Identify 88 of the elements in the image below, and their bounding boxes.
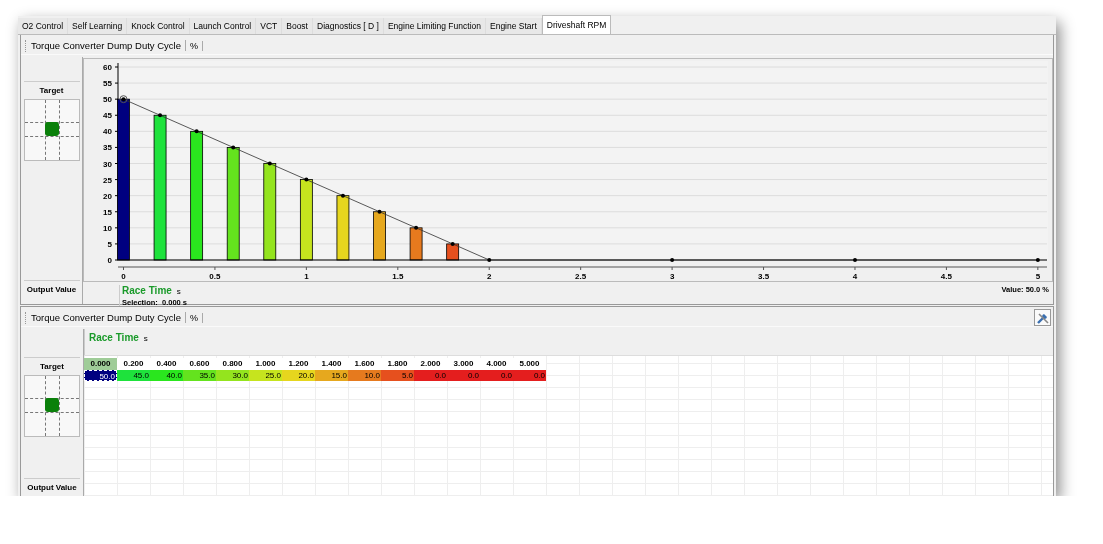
- tick-label: 45: [103, 111, 112, 121]
- data-point: [414, 225, 419, 230]
- tick-label: 0.5: [209, 272, 221, 281]
- tick-label: 1: [304, 272, 309, 281]
- column-header[interactable]: 1.200: [282, 358, 315, 370]
- axis-title: Race Time: [122, 285, 172, 296]
- data-point: [450, 241, 455, 246]
- column-header[interactable]: 5.000: [513, 358, 546, 370]
- table-cell[interactable]: 15.0: [315, 370, 348, 381]
- output-value-label: Output Value: [26, 285, 77, 294]
- axis-title: Race Time: [89, 332, 139, 343]
- data-point: [194, 129, 199, 134]
- column-header[interactable]: 0.000: [84, 358, 117, 370]
- tick-label: 40: [103, 127, 112, 137]
- tick-label: 55: [103, 79, 112, 89]
- tick-label: 0: [121, 272, 126, 281]
- tick-label: 1.5: [392, 272, 404, 281]
- output-value-label: Output Value: [27, 483, 77, 492]
- tick-label: 10: [103, 223, 112, 233]
- data-point: [231, 145, 236, 150]
- column-header[interactable]: 1.400: [315, 358, 348, 370]
- table-cell[interactable]: 0.0: [447, 370, 480, 381]
- table-cell[interactable]: 45.0: [117, 370, 150, 381]
- target-pad[interactable]: [24, 375, 80, 437]
- column-header[interactable]: 1.600: [348, 358, 381, 370]
- table-cell[interactable]: 30.0: [216, 370, 249, 381]
- tick-label: 5: [107, 239, 112, 249]
- tab[interactable]: Diagnostics [ D ]: [313, 18, 384, 34]
- column-header[interactable]: 0.200: [117, 358, 150, 370]
- table-cell[interactable]: 5.0: [381, 370, 414, 381]
- table-cell[interactable]: 20.0: [282, 370, 315, 381]
- tab[interactable]: Driveshaft RPM: [541, 15, 612, 34]
- tick-label: 15: [103, 207, 112, 217]
- axis-unit: s: [143, 334, 148, 343]
- tick-label: 4.5: [940, 272, 952, 281]
- tick-label: 4: [852, 272, 858, 281]
- tick-label: 3.5: [758, 272, 770, 281]
- data-point: [670, 258, 675, 262]
- tick-label: 35: [103, 143, 112, 153]
- tick-label: 20: [103, 191, 112, 201]
- table-cell[interactable]: 0.0: [414, 370, 447, 381]
- tab[interactable]: Knock Control: [127, 18, 190, 34]
- column-header[interactable]: 0.400: [150, 358, 183, 370]
- table-cell[interactable]: 25.0: [249, 370, 282, 381]
- tick-label: 5: [1035, 272, 1041, 281]
- data-point: [340, 193, 345, 198]
- data-point: [377, 209, 382, 214]
- tick-label: 60: [103, 63, 112, 72]
- tools-button[interactable]: [1034, 309, 1051, 326]
- data-point: [267, 161, 272, 166]
- tab[interactable]: Engine Limiting Function: [383, 18, 486, 34]
- tick-label: 2: [487, 272, 492, 281]
- panel-title: Torque Converter Dump Duty Cycle: [31, 312, 186, 323]
- column-header[interactable]: 3.000: [447, 358, 480, 370]
- panel-title: Torque Converter Dump Duty Cycle: [31, 40, 186, 51]
- tick-label: 50: [103, 95, 112, 105]
- unit-label: %: [185, 40, 203, 51]
- tick-label: 3: [669, 272, 675, 281]
- column-header[interactable]: 1.800: [381, 358, 414, 370]
- tab[interactable]: Self Learning: [68, 18, 128, 34]
- column-header[interactable]: 0.800: [216, 358, 249, 370]
- target-label: Target: [40, 362, 64, 371]
- data-point: [158, 113, 163, 118]
- data-point: [853, 258, 857, 262]
- table-cell[interactable]: 0.0: [480, 370, 513, 381]
- tab[interactable]: Engine Start: [486, 18, 542, 34]
- axis-unit: s: [176, 287, 181, 296]
- target-pad[interactable]: [23, 99, 80, 161]
- tick-label: 25: [103, 175, 112, 185]
- data-point: [304, 177, 309, 182]
- column-header[interactable]: 1.000: [249, 358, 282, 370]
- table-cell[interactable]: 0.0: [513, 370, 546, 381]
- tab[interactable]: VCT: [256, 18, 283, 34]
- tab[interactable]: Boost: [282, 18, 313, 34]
- tick-label: 0: [107, 256, 112, 265]
- tab[interactable]: O2 Control: [18, 18, 69, 34]
- table-cell[interactable]: 35.0: [183, 370, 216, 381]
- target-label: Target: [39, 86, 64, 95]
- table-cell[interactable]: 10.0: [348, 370, 381, 381]
- column-header[interactable]: 2.000: [414, 358, 447, 370]
- table-cell[interactable]: 40.0: [150, 370, 183, 381]
- tick-label: 30: [103, 159, 112, 169]
- tab[interactable]: Launch Control: [189, 18, 257, 34]
- column-header[interactable]: 4.000: [480, 358, 513, 370]
- column-header[interactable]: 0.600: [183, 358, 216, 370]
- unit-label: %: [185, 312, 203, 323]
- tick-label: 2.5: [575, 272, 587, 281]
- table-cell[interactable]: 50.0: [84, 370, 117, 381]
